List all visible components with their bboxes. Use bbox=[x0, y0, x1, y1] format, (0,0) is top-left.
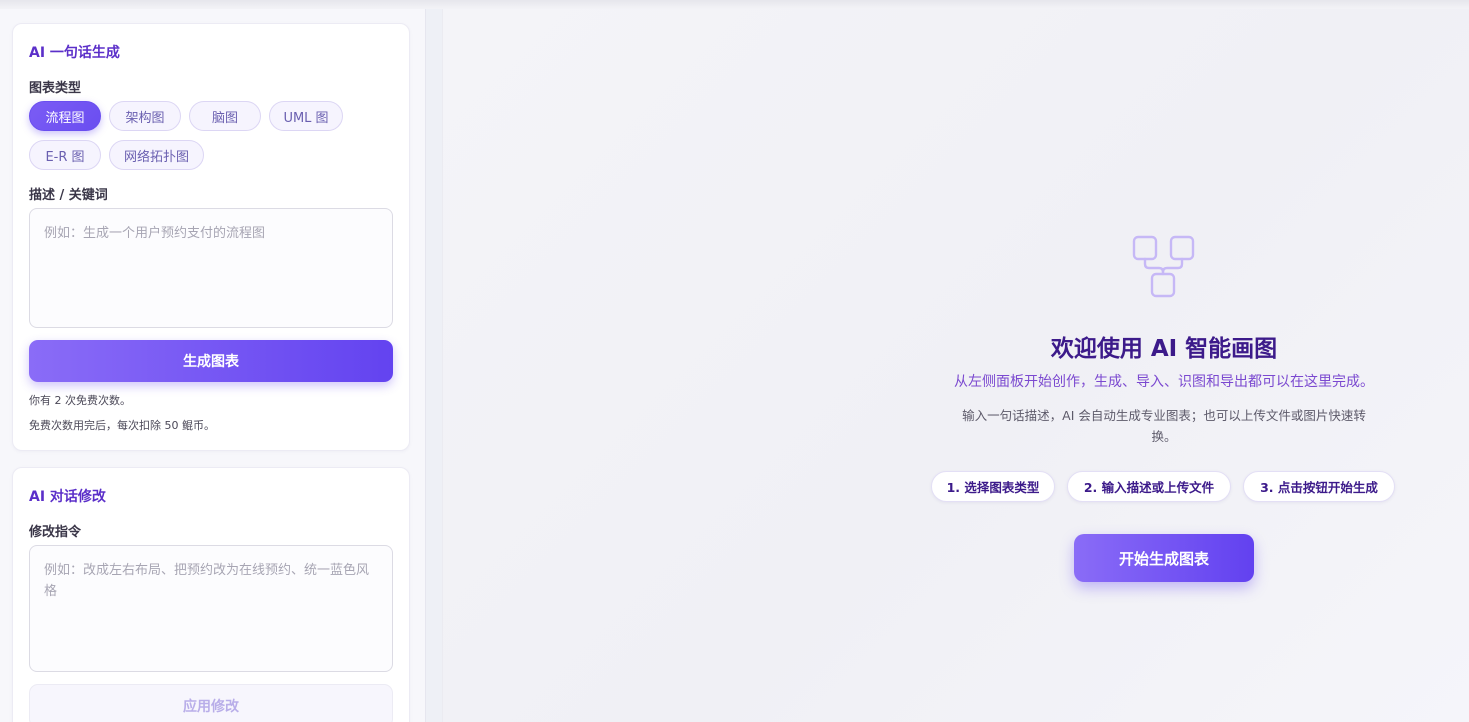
step-input-description: 2. 输入描述或上传文件 bbox=[1067, 471, 1231, 502]
sidebar-panel: AI 一句话生成 图表类型 流程图 架构图 脑图 UML 图 E-R 图 网络拓… bbox=[0, 9, 426, 722]
ai-generate-title: AI 一句话生成 bbox=[29, 45, 120, 61]
top-bar bbox=[0, 0, 1469, 9]
welcome-description: 输入一句话描述，AI 会自动生成专业图表；也可以上传文件或图片快速转换。 bbox=[962, 408, 1366, 444]
step-select-type: 1. 选择图表类型 bbox=[931, 471, 1055, 502]
diagram-nodes-icon bbox=[1132, 235, 1195, 298]
chart-type-network[interactable]: 网络拓扑图 bbox=[109, 140, 204, 170]
description-label: 描述 / 关键词 bbox=[29, 188, 108, 203]
free-count-note: 你有 2 次免费次数。 bbox=[29, 394, 131, 407]
chart-type-uml[interactable]: UML 图 bbox=[269, 101, 343, 131]
chart-type-er[interactable]: E-R 图 bbox=[29, 140, 101, 170]
ai-edit-title: AI 对话修改 bbox=[29, 489, 106, 505]
apply-edit-button[interactable]: 应用修改 bbox=[29, 684, 393, 722]
welcome-subtitle: 从左侧面板开始创作，生成、导入、识图和导出都可以在这里完成。 bbox=[954, 374, 1374, 390]
welcome-title: 欢迎使用 AI 智能画图 bbox=[1050, 336, 1278, 362]
instruction-label: 修改指令 bbox=[29, 525, 82, 540]
step-click-generate: 3. 点击按钮开始生成 bbox=[1243, 471, 1395, 502]
start-generate-button[interactable]: 开始生成图表 bbox=[1074, 534, 1254, 582]
chart-type-architecture[interactable]: 架构图 bbox=[109, 101, 181, 131]
description-input[interactable]: 例如：生成一个用户预约支付的流程图 bbox=[29, 208, 393, 328]
generate-chart-button[interactable]: 生成图表 bbox=[29, 340, 393, 382]
instruction-input[interactable]: 例如：改成左右布局、把预约改为在线预约、统一蓝色风格 bbox=[29, 545, 393, 672]
cost-note: 免费次数用完后，每次扣除 50 鲲币。 bbox=[29, 419, 215, 432]
ai-edit-card: AI 对话修改 修改指令 例如：改成左右布局、把预约改为在线预约、统一蓝色风格 … bbox=[12, 467, 410, 722]
chart-type-flowchart[interactable]: 流程图 bbox=[29, 101, 101, 131]
chart-type-label: 图表类型 bbox=[29, 81, 82, 96]
canvas-area: 欢迎使用 AI 智能画图 从左侧面板开始创作，生成、导入、识图和导出都可以在这里… bbox=[442, 9, 1469, 722]
ai-generate-card: AI 一句话生成 图表类型 流程图 架构图 脑图 UML 图 E-R 图 网络拓… bbox=[12, 23, 410, 451]
chart-type-mindmap[interactable]: 脑图 bbox=[189, 101, 261, 131]
